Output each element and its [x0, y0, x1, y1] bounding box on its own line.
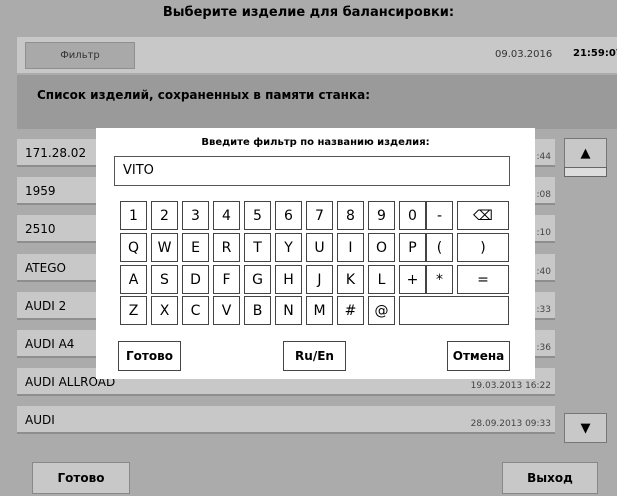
key[interactable]: 4 [213, 201, 240, 230]
key[interactable]: - [426, 201, 453, 230]
key[interactable]: 3 [182, 201, 209, 230]
key[interactable]: S [151, 265, 178, 294]
key[interactable]: R [213, 233, 240, 262]
dialog-cancel-button[interactable]: Отмена [447, 341, 510, 371]
key[interactable]: K [337, 265, 364, 294]
key[interactable]: 9 [368, 201, 395, 230]
item-timestamp: :33 [536, 305, 551, 315]
item-name: 1959 [25, 184, 56, 198]
arrow-down-icon: ▼ [580, 420, 591, 436]
filter-button[interactable]: Фильтр [25, 42, 135, 69]
current-date: 09.03.2016 [495, 49, 553, 60]
key[interactable]: P [399, 233, 426, 262]
key[interactable]: 8 [337, 201, 364, 230]
key[interactable]: W [151, 233, 178, 262]
key[interactable]: E [182, 233, 209, 262]
key[interactable]: F [213, 265, 240, 294]
key[interactable]: G [244, 265, 271, 294]
item-timestamp: 19.03.2013 16:22 [470, 381, 551, 391]
key[interactable]: H [275, 265, 302, 294]
key[interactable]: U [306, 233, 333, 262]
key[interactable]: T [244, 233, 271, 262]
filter-input[interactable]: VITO [114, 156, 510, 186]
item-timestamp: :10 [536, 228, 551, 238]
key[interactable]: @ [368, 296, 395, 325]
item-name: AUDI A4 [25, 337, 75, 351]
scroll-up-button[interactable]: ▲ [564, 138, 607, 168]
backspace-key[interactable]: ⌫ [457, 201, 509, 230]
key[interactable]: # [337, 296, 364, 325]
key[interactable]: C [182, 296, 209, 325]
key[interactable]: I [337, 233, 364, 262]
space-key[interactable] [399, 296, 509, 325]
key[interactable]: Z [120, 296, 147, 325]
item-timestamp: :08 [536, 190, 551, 200]
language-toggle-button[interactable]: Ru/En [283, 341, 346, 371]
item-timestamp: :36 [536, 343, 551, 353]
key[interactable]: 7 [306, 201, 333, 230]
key[interactable]: ) [457, 233, 509, 262]
key[interactable]: + [399, 265, 426, 294]
key[interactable]: X [151, 296, 178, 325]
key[interactable]: = [457, 265, 509, 294]
key[interactable]: ( [426, 233, 453, 262]
key[interactable]: M [306, 296, 333, 325]
list-item[interactable]: AUDI 28.09.2013 09:33 [17, 406, 555, 434]
filter-dialog: Введите фильтр по названию изделия: VITO… [96, 128, 535, 379]
key[interactable]: B [244, 296, 271, 325]
item-name: AUDI 2 [25, 299, 67, 313]
exit-button[interactable]: Выход [502, 462, 598, 494]
dialog-done-button[interactable]: Готово [118, 341, 181, 371]
done-button[interactable]: Готово [32, 462, 130, 494]
top-bar: Фильтр 09.03.2016 21:59:07 [17, 37, 617, 73]
key[interactable]: D [182, 265, 209, 294]
current-time: 21:59:07 [573, 48, 617, 59]
item-timestamp: 28.09.2013 09:33 [470, 419, 551, 429]
item-name: 171.28.02 [25, 146, 87, 160]
window-title: Выберите изделие для балансировки: [162, 5, 455, 20]
scroll-down-button[interactable]: ▼ [564, 413, 607, 443]
dialog-title: Введите фильтр по названию изделия: [201, 137, 430, 148]
key[interactable]: L [368, 265, 395, 294]
key[interactable]: 0 [399, 201, 426, 230]
list-heading: Список изделий, сохраненных в памяти ста… [37, 88, 371, 102]
item-name: 2510 [25, 222, 56, 236]
key[interactable]: Y [275, 233, 302, 262]
list-header: Список изделий, сохраненных в памяти ста… [17, 75, 617, 129]
key[interactable]: A [120, 265, 147, 294]
key[interactable]: * [426, 265, 453, 294]
key[interactable]: 1 [120, 201, 147, 230]
key[interactable]: 6 [275, 201, 302, 230]
item-timestamp: :44 [536, 152, 551, 162]
key[interactable]: J [306, 265, 333, 294]
key[interactable]: 2 [151, 201, 178, 230]
scrollbar-thumb[interactable] [564, 167, 607, 177]
arrow-up-icon: ▲ [580, 145, 591, 161]
key[interactable]: V [213, 296, 240, 325]
item-timestamp: :40 [536, 267, 551, 277]
item-name: ATEGO [25, 261, 66, 275]
key[interactable]: O [368, 233, 395, 262]
item-name: AUDI [25, 413, 55, 427]
key[interactable]: 5 [244, 201, 271, 230]
key[interactable]: N [275, 296, 302, 325]
key[interactable]: Q [120, 233, 147, 262]
